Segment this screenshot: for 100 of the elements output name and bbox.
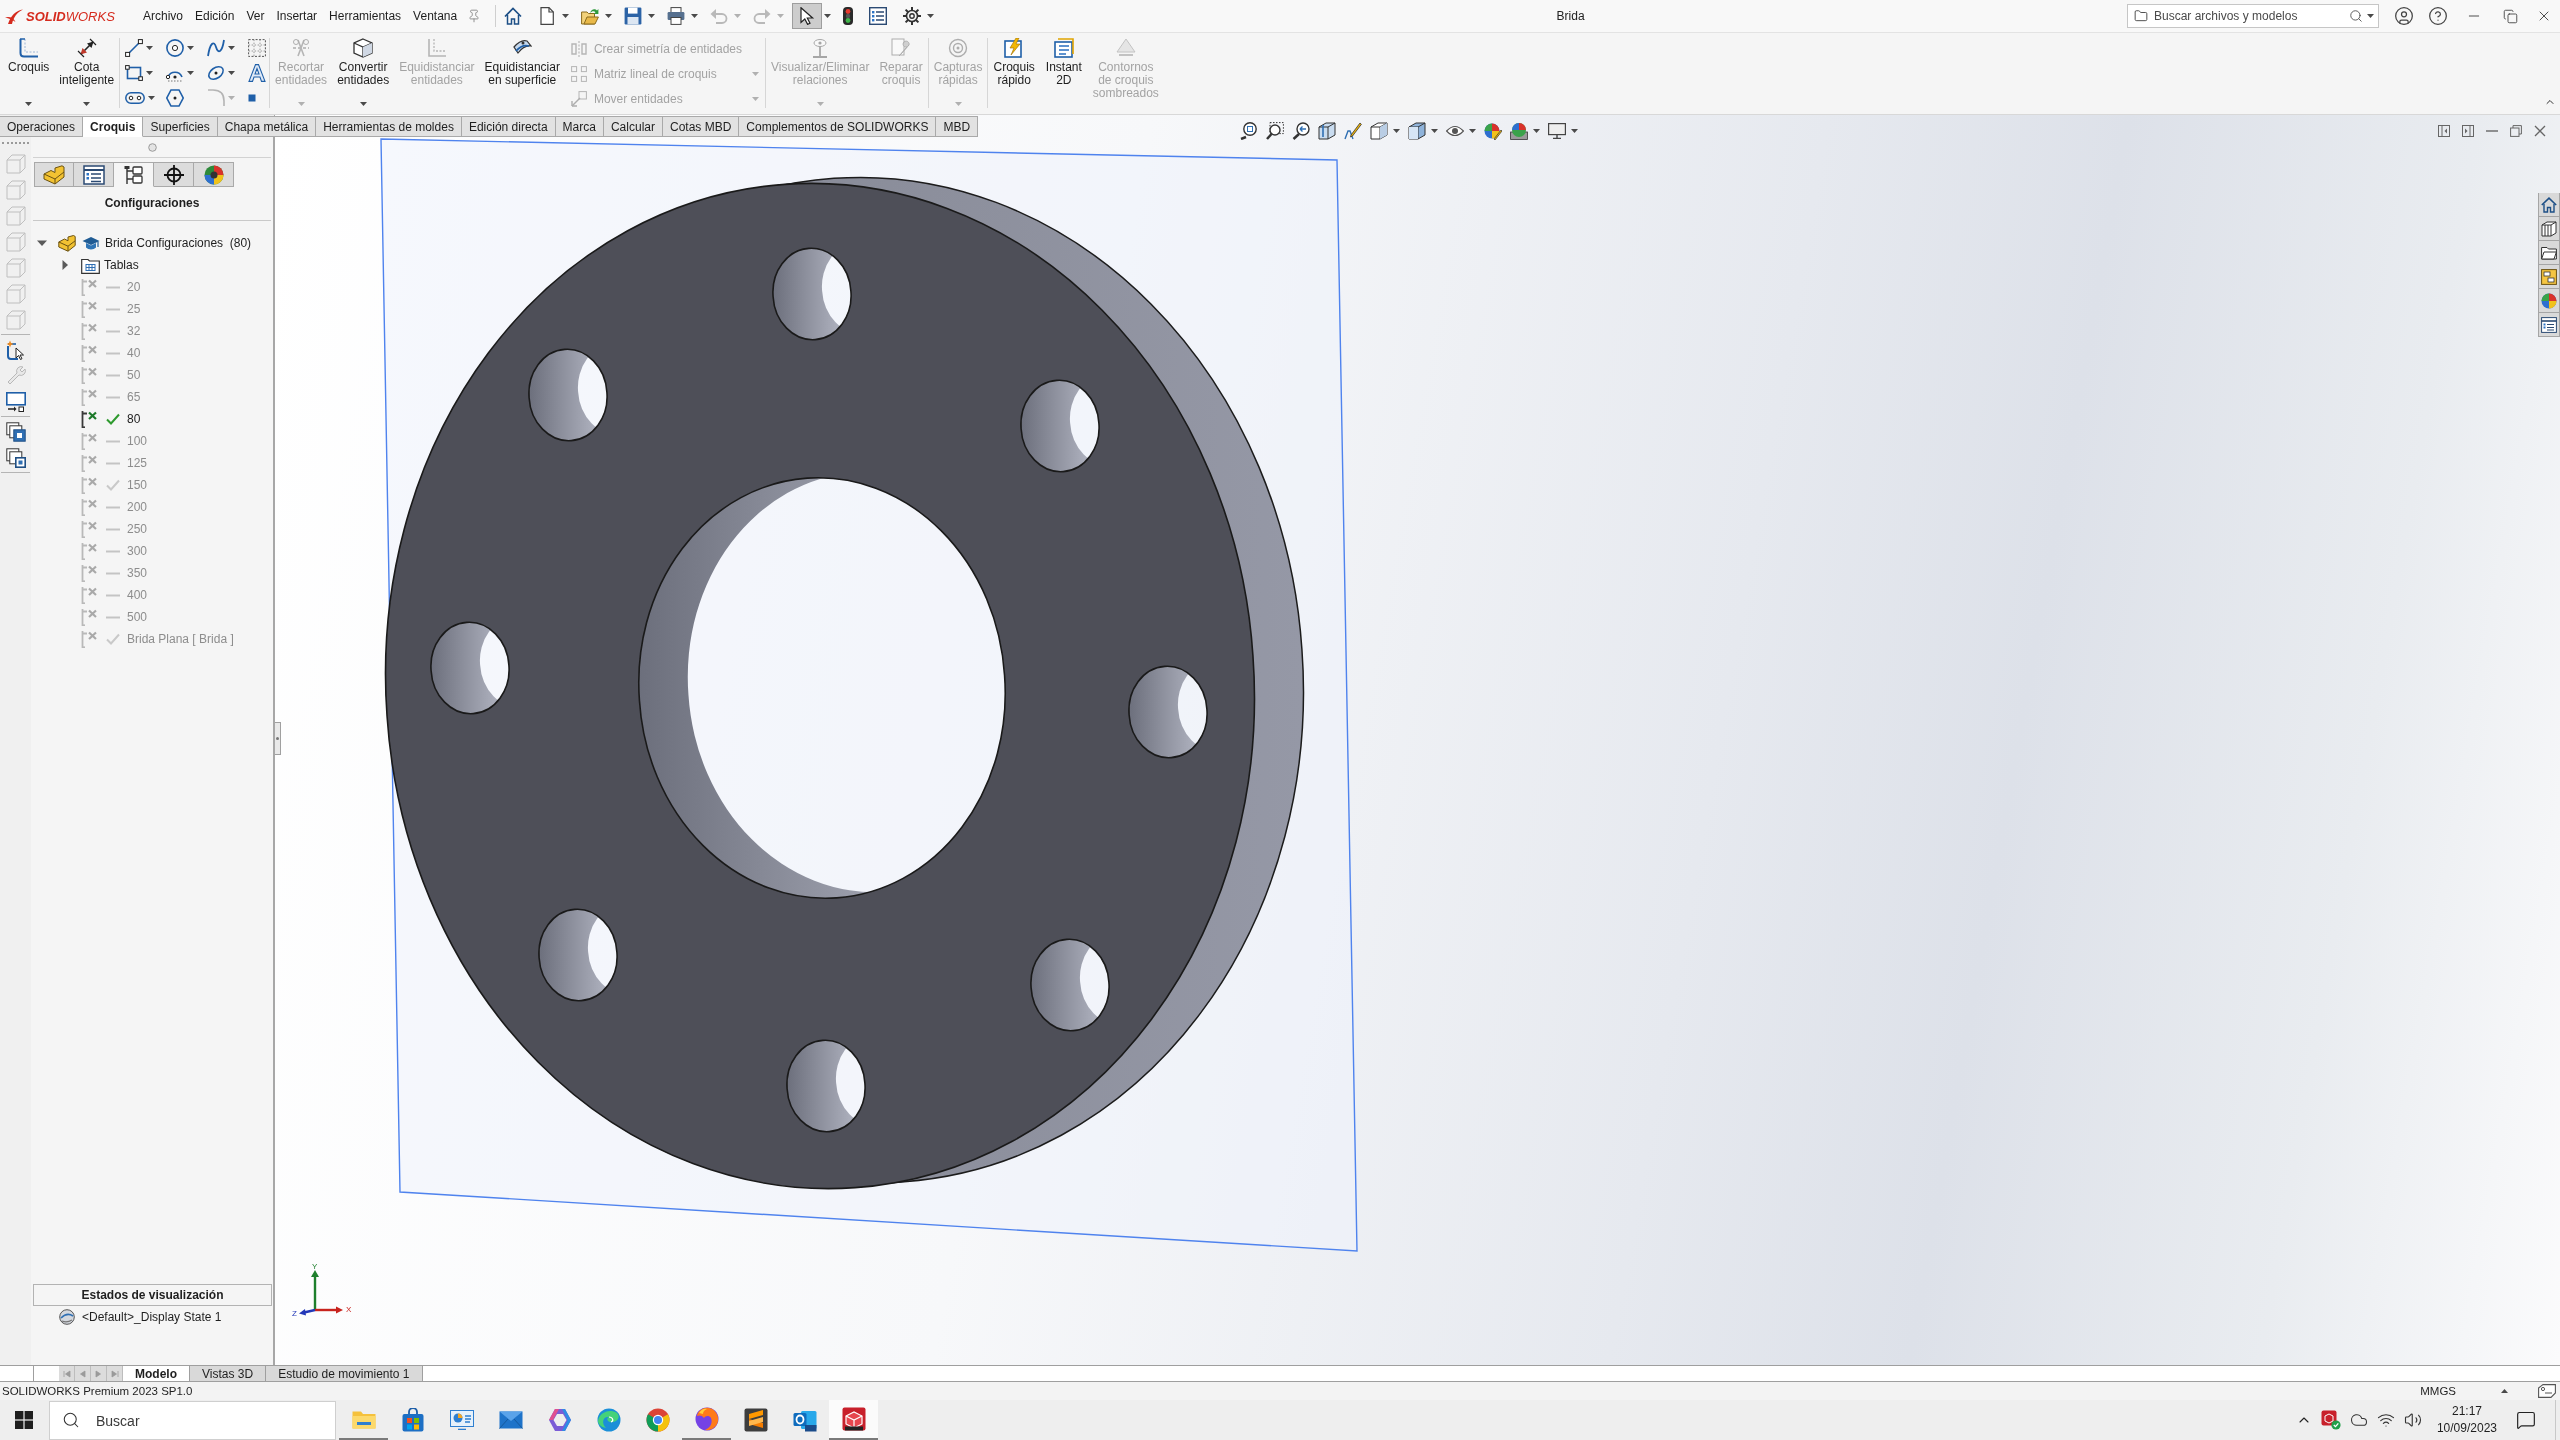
shopping-bag-icon[interactable] (401, 1408, 424, 1432)
pointer-icon[interactable] (798, 7, 817, 25)
ribbon-button[interactable]: Convertir entidades (334, 33, 393, 114)
ribbon-button[interactable]: Cota inteligente (56, 33, 118, 114)
open-folder-icon[interactable] (581, 7, 600, 25)
tag-icon[interactable] (2538, 1384, 2556, 1398)
flame-globe-icon[interactable] (694, 1407, 719, 1431)
panel-tab[interactable] (154, 162, 194, 187)
unit-system-button[interactable]: MMGS (2420, 1385, 2456, 1397)
scene-ball-icon[interactable] (1510, 122, 1528, 140)
tile-right-icon[interactable] (2462, 125, 2474, 137)
caret-icon[interactable] (1431, 129, 1438, 133)
tricolor-circle-icon[interactable] (645, 1408, 670, 1432)
tree-item[interactable]: 80 (31, 408, 273, 430)
search-icon[interactable] (2349, 9, 2363, 23)
cloud-icon[interactable] (2349, 1411, 2368, 1429)
ellipse-icon[interactable] (207, 63, 226, 82)
caret-icon[interactable] (1393, 129, 1400, 133)
caret-icon[interactable] (146, 45, 154, 50)
caret-icon[interactable] (228, 45, 236, 50)
bottom-tab[interactable]: Estudio de movimiento 1 (266, 1366, 423, 1381)
cube-badge-icon[interactable] (2320, 1410, 2341, 1430)
list-document-icon[interactable] (869, 7, 888, 25)
tree-item[interactable]: Tablas (31, 254, 273, 276)
menu-item[interactable]: Ventana (407, 0, 464, 32)
taskbar-app-button[interactable] (829, 1400, 878, 1440)
ring-tile-icon[interactable] (792, 1408, 817, 1432)
circle-icon[interactable] (166, 38, 185, 57)
ribbon-tab[interactable]: Cotas MBD (662, 116, 740, 137)
caret-icon[interactable] (605, 14, 613, 18)
ribbon-tab[interactable]: Calcular (603, 116, 663, 137)
new-document-icon[interactable] (538, 7, 557, 25)
help-icon[interactable] (2428, 6, 2448, 26)
line-icon[interactable] (125, 38, 144, 57)
ribbon-button[interactable]: Croquis (5, 33, 53, 114)
monitor-chart-icon[interactable] (449, 1410, 474, 1430)
monitor-icon[interactable] (1548, 123, 1566, 139)
slanted-bands-icon[interactable] (743, 1408, 768, 1432)
stacked-windows-icon[interactable] (5, 448, 26, 468)
tile-left-icon[interactable] (2438, 125, 2450, 137)
caret-icon[interactable] (187, 70, 195, 75)
ribbon-tab[interactable]: Chapa metálica (217, 116, 317, 137)
caret-icon[interactable] (927, 14, 935, 18)
envelope-icon[interactable] (498, 1411, 523, 1429)
panel-tab[interactable] (194, 162, 234, 187)
ribbon-tab[interactable]: Superficies (143, 116, 218, 137)
caret-icon[interactable] (228, 70, 236, 75)
zoom-fit-icon[interactable] (1240, 122, 1258, 140)
notification-icon[interactable] (2516, 1410, 2536, 1430)
view-cube-icon[interactable] (1370, 122, 1388, 140)
tree-item[interactable]: Brida Configuraciones (80) (31, 232, 273, 254)
color-ball-pencil-icon[interactable] (1484, 122, 1502, 140)
text-tool-icon[interactable] (248, 63, 267, 82)
close-icon[interactable] (2534, 125, 2546, 137)
slot-icon[interactable] (125, 91, 146, 104)
ribbon-tab[interactable]: Operaciones (0, 116, 84, 137)
caret-icon[interactable] (1571, 129, 1578, 133)
caret-icon[interactable] (2367, 14, 2374, 18)
printer-icon[interactable] (667, 7, 686, 25)
caret-icon[interactable] (1469, 129, 1476, 133)
caret-icon[interactable] (146, 70, 154, 75)
ribbon-button[interactable]: Instant 2D (1041, 33, 1086, 114)
ribbon-tab[interactable]: Herramientas de moldes (316, 116, 462, 137)
eye-icon[interactable] (1446, 125, 1464, 137)
caret-icon[interactable] (691, 14, 699, 18)
gear-icon[interactable] (903, 7, 922, 25)
menu-item[interactable]: Edición (189, 0, 241, 32)
swirl-circle-icon[interactable] (596, 1408, 621, 1432)
stacked-windows-icon[interactable] (5, 422, 26, 442)
ribbon-tab[interactable]: Croquis (83, 116, 144, 137)
caret-icon[interactable] (83, 102, 91, 106)
panel-tab[interactable] (114, 162, 154, 187)
cube-tile-icon[interactable] (841, 1407, 866, 1431)
save-icon[interactable] (624, 7, 643, 25)
clock-time[interactable]: 21:17 (2451, 1403, 2482, 1420)
traffic-light-icon[interactable] (843, 7, 854, 25)
point-icon[interactable] (248, 93, 257, 102)
config-tree-icon[interactable] (122, 164, 145, 185)
caret-icon[interactable] (148, 95, 156, 100)
home-icon[interactable] (504, 7, 523, 25)
caret-icon[interactable] (2501, 1389, 2508, 1393)
shaded-cube-icon[interactable] (1408, 122, 1426, 140)
panel-splitter[interactable] (275, 722, 281, 755)
caret-icon[interactable] (1533, 129, 1540, 133)
ribbon-button[interactable]: Croquis rápido (990, 33, 1038, 114)
sketch-cursor-icon[interactable] (5, 340, 26, 360)
search-field[interactable]: Buscar archivos y modelos (2127, 4, 2379, 28)
monitor-arrow-icon[interactable] (5, 392, 26, 412)
restore-icon[interactable] (2502, 8, 2518, 24)
caret-icon[interactable] (187, 45, 195, 50)
ribbon-tab[interactable]: MBD (936, 116, 979, 137)
spline-icon[interactable] (207, 38, 226, 57)
tool-button[interactable] (792, 3, 823, 29)
clock-date[interactable]: 10/09/2023 (2436, 1420, 2497, 1437)
caret-icon[interactable] (824, 14, 832, 18)
property-list-icon[interactable] (82, 164, 105, 185)
ribbon-tab[interactable]: Edición directa (461, 116, 556, 137)
search-field[interactable]: Buscar (49, 1401, 336, 1440)
display-state-item[interactable]: <Default>_Display State 1 (33, 1306, 272, 1328)
windows-logo-icon[interactable] (15, 1411, 33, 1429)
